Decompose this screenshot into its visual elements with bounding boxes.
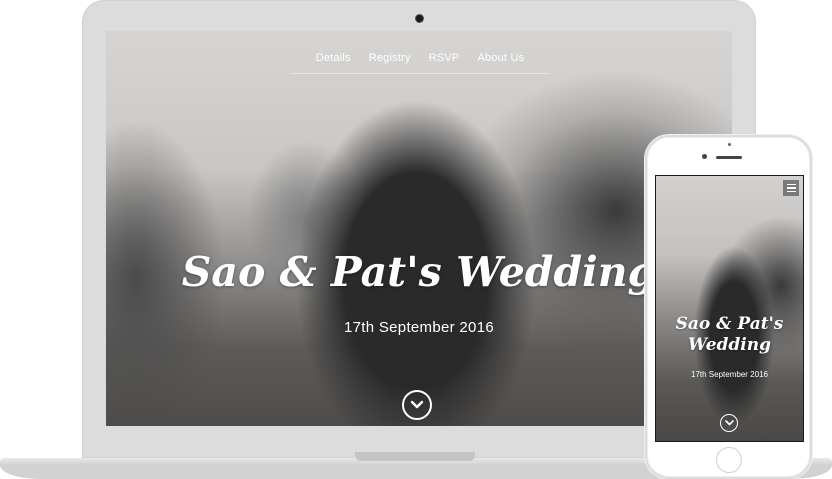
phone-top-dot [728, 143, 731, 146]
nav-item-rsvp[interactable]: RSVP [420, 51, 469, 73]
camera-icon [415, 14, 424, 23]
nav-item-registry[interactable]: Registry [360, 51, 420, 73]
phone-hero-title: Sao & Pat's Wedding [675, 314, 784, 355]
phone-speaker [716, 156, 742, 159]
nav-item-details[interactable]: Details [307, 51, 360, 73]
nav-item-about-us[interactable]: About Us [468, 51, 533, 73]
scroll-down-button[interactable] [402, 390, 432, 420]
laptop-notch [355, 452, 475, 461]
hero-date: 17th September 2016 [344, 319, 494, 336]
phone-hero-date: 17th September 2016 [691, 370, 768, 379]
phone-screen: Sao & Pat's Wedding 17th September 2016 [655, 175, 804, 442]
laptop-screen: Details Registry RSVP About Us Sao & Pat… [106, 31, 732, 426]
nav-links: Details Registry RSVP About Us [291, 51, 549, 74]
phone-frame: Sao & Pat's Wedding 17th September 2016 [645, 135, 812, 479]
phone-home-button[interactable] [716, 447, 742, 473]
hero-title: Sao & Pat's Wedding [181, 248, 657, 296]
top-navigation: Details Registry RSVP About Us [106, 31, 732, 75]
chevron-down-icon [410, 400, 424, 409]
phone-camera-icon [702, 154, 707, 159]
phone-scroll-down-button[interactable] [720, 414, 738, 432]
chevron-down-icon [724, 420, 734, 426]
hamburger-menu-icon[interactable] [783, 180, 799, 196]
